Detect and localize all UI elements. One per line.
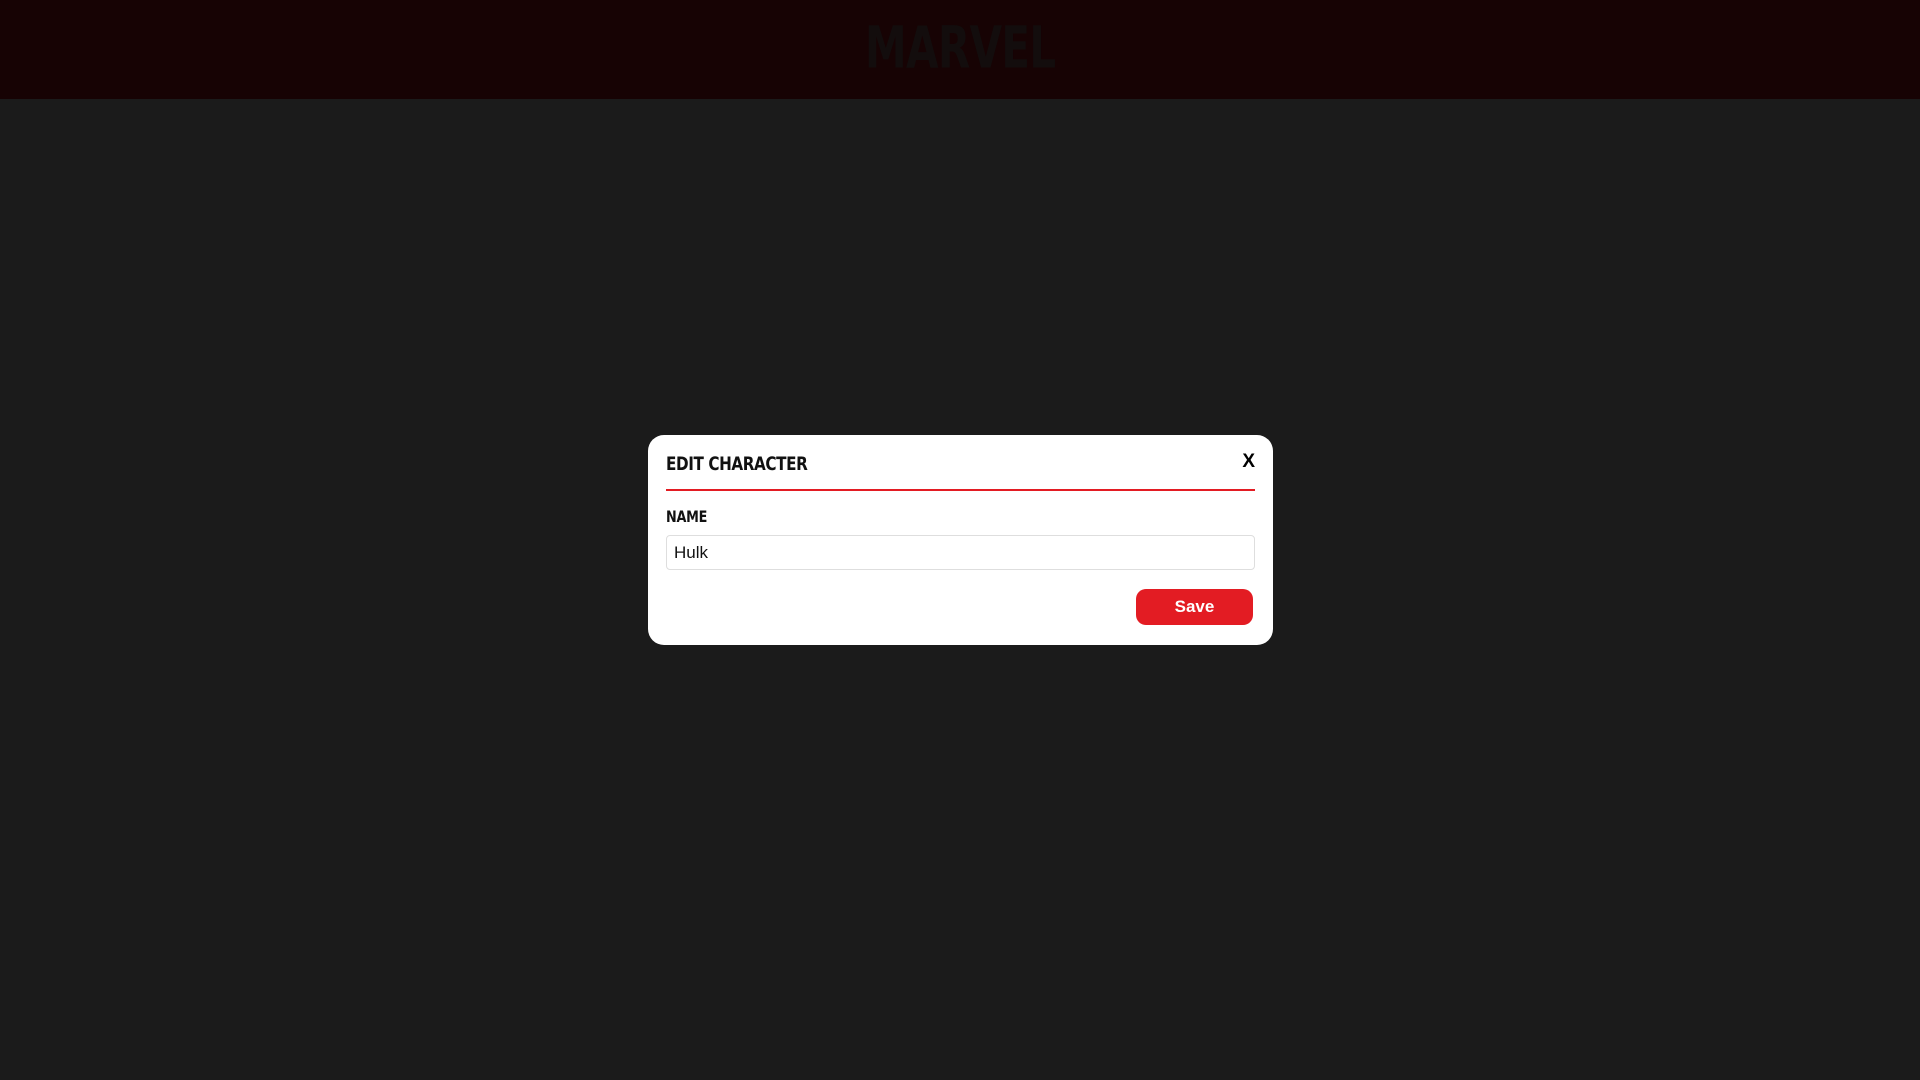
modal-header: EDIT CHARACTER X — [666, 435, 1255, 491]
name-label: NAME — [666, 507, 708, 526]
modal-overlay[interactable]: EDIT CHARACTER X NAME Save — [0, 0, 1920, 1080]
edit-character-modal: EDIT CHARACTER X NAME Save — [648, 435, 1273, 645]
modal-title: EDIT CHARACTER — [666, 453, 808, 475]
close-button[interactable]: X — [1239, 451, 1255, 473]
save-button[interactable]: Save — [1136, 589, 1253, 625]
app-root: MARVEL EDIT CHARACTER X NAME Save — [0, 0, 1920, 1080]
name-input[interactable] — [666, 535, 1255, 570]
